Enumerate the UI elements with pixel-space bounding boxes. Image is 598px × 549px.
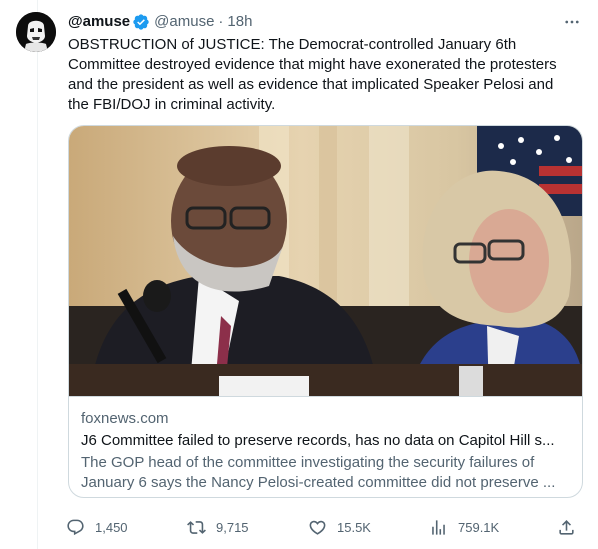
thread-line [37,0,38,549]
views-count: 759.1K [458,519,500,535]
retweet-icon [187,520,206,534]
verified-icon [132,13,150,31]
handle[interactable]: @amuse [154,12,214,32]
avatar[interactable] [16,12,56,52]
tweet-text: OBSTRUCTION of JUSTICE: The Democrat-con… [68,36,561,113]
tweet-actions: 1,450 9,715 15.5K 759.1K [62,512,582,542]
reply-button[interactable]: 1,450 [66,512,128,542]
hearing-photo [69,126,582,396]
views-button[interactable]: 759.1K [429,512,499,542]
like-button[interactable]: 15.5K [308,512,371,542]
more-icon[interactable] [562,12,582,32]
card-domain: foxnews.com [81,410,169,427]
share-button[interactable] [557,512,586,542]
reply-icon [67,519,84,535]
like-count: 15.5K [337,519,371,535]
reply-count: 1,450 [95,519,128,535]
separator-dot: · [218,13,224,30]
card-info[interactable]: foxnews.com J6 Committee failed to prese… [69,396,582,497]
card-title: J6 Committee failed to preserve records,… [81,432,555,449]
views-icon [432,519,445,535]
stormtrooper-avatar-image [16,12,56,52]
tweet-header: @amuse @amuse · 18h [68,12,582,32]
like-icon [309,520,326,535]
share-icon [559,519,574,535]
retweet-button[interactable]: 9,715 [187,512,249,542]
timestamp[interactable]: 18h [227,12,252,32]
link-card[interactable]: foxnews.com J6 Committee failed to prese… [68,125,583,498]
retweet-count: 9,715 [216,519,249,535]
display-name[interactable]: @amuse [68,12,130,32]
card-description: The GOP head of the committee investigat… [81,454,556,491]
card-image[interactable] [69,126,582,396]
